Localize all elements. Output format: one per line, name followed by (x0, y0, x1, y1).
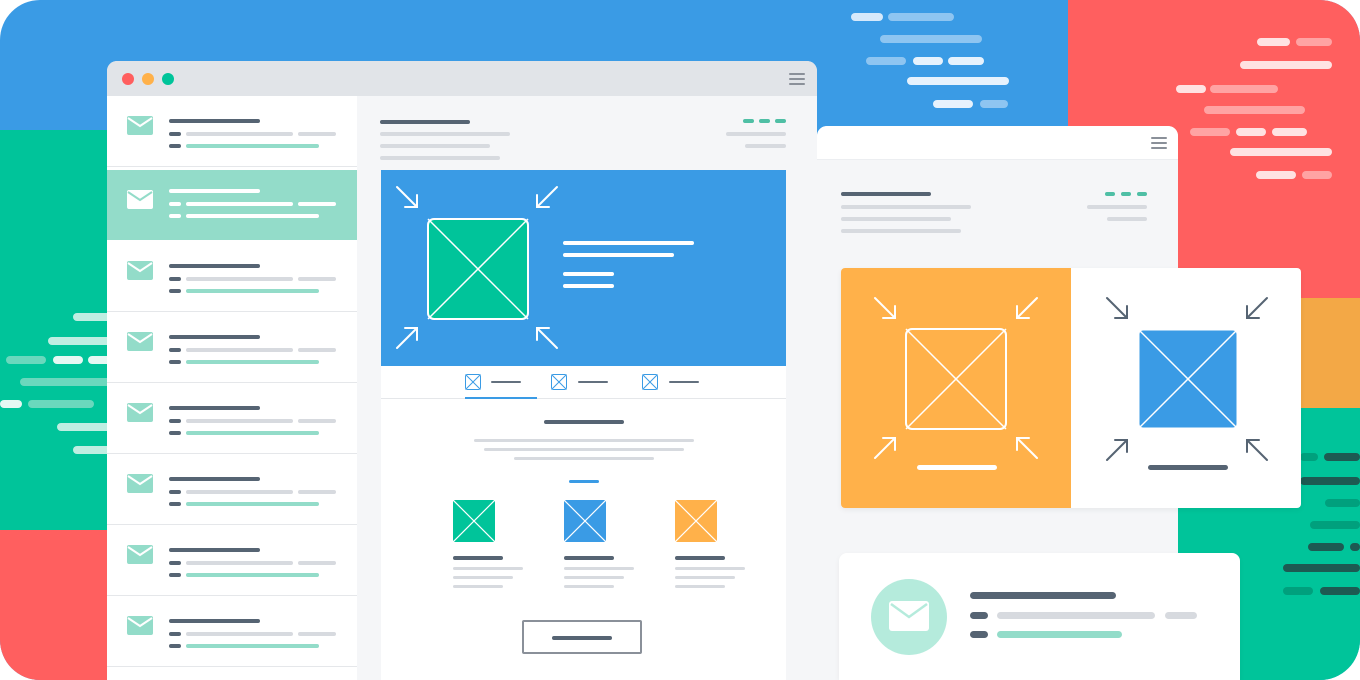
envelope-icon (127, 190, 153, 209)
illustration-canvas (0, 0, 1360, 680)
bg-block-red-left (0, 530, 110, 680)
list-item[interactable] (107, 525, 357, 596)
minimize-button[interactable] (142, 73, 154, 85)
hero-banner (381, 170, 786, 366)
envelope-icon (127, 616, 153, 635)
image-placeholder-icon (1138, 329, 1238, 429)
list-item[interactable] (107, 96, 357, 167)
envelope-icon (127, 332, 153, 351)
envelope-icon (127, 261, 153, 280)
bg-block-green-left (0, 130, 110, 530)
mail-list (107, 96, 357, 680)
maximize-button[interactable] (162, 73, 174, 85)
list-item-selected[interactable] (107, 170, 357, 240)
image-placeholder-icon (551, 374, 567, 390)
caption-line (917, 465, 997, 470)
browser-window-front (107, 61, 817, 680)
image-placeholder-icon (427, 218, 529, 320)
feature-column (564, 500, 639, 600)
image-placeholder-icon (465, 374, 481, 390)
caption-line (1148, 465, 1228, 470)
image-placeholder-icon (905, 328, 1007, 430)
window-titlebar (107, 61, 817, 96)
image-card (841, 268, 1301, 508)
cta-button[interactable] (522, 620, 642, 654)
avatar (871, 579, 947, 655)
image-placeholder-icon (564, 500, 606, 542)
menu-icon[interactable] (1151, 137, 1167, 149)
window-titlebar (817, 126, 1178, 160)
list-item[interactable] (107, 454, 357, 525)
list-item[interactable] (107, 312, 357, 383)
feature-column (675, 500, 750, 600)
tab-1[interactable] (465, 366, 537, 399)
tab-3[interactable] (642, 366, 714, 399)
menu-icon[interactable] (789, 73, 805, 85)
mail-card[interactable] (839, 553, 1240, 680)
tab-2[interactable] (551, 366, 623, 399)
feature-column (453, 500, 528, 600)
list-item[interactable] (107, 241, 357, 312)
envelope-icon (127, 545, 153, 564)
list-item[interactable] (107, 596, 357, 667)
envelope-icon (889, 601, 929, 631)
image-placeholder-icon (675, 500, 717, 542)
list-item[interactable] (107, 383, 357, 454)
email-preview (381, 170, 786, 680)
close-button[interactable] (122, 73, 134, 85)
image-placeholder-icon (453, 500, 495, 542)
envelope-icon (127, 474, 153, 493)
envelope-icon (127, 403, 153, 422)
tab-bar (381, 366, 786, 399)
envelope-icon (127, 116, 153, 135)
image-placeholder-icon (642, 374, 658, 390)
image-card-orange-panel (841, 268, 1071, 508)
